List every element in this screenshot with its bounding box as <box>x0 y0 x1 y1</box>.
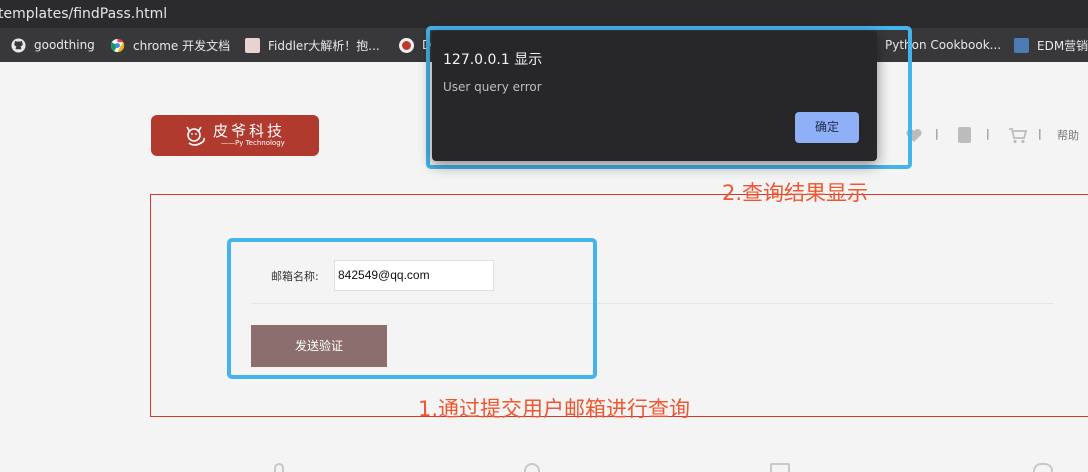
bookmark-chrome-docs[interactable]: chrome 开发文档 <box>110 28 230 62</box>
highlight-form-box <box>227 238 597 379</box>
alert-dialog: 127.0.0.1 显示 User query error 确定 <box>432 31 877 161</box>
dialog-title: 127.0.0.1 显示 <box>443 52 543 68</box>
help-label: 帮助 <box>1057 129 1079 142</box>
gear-icon <box>524 463 540 472</box>
bookmark-label: chrome 开发文档 <box>133 38 231 53</box>
annotation-step-2: 2.查询结果显示 <box>722 181 869 205</box>
chrome-icon <box>110 38 125 52</box>
nav-separator: | <box>986 127 990 140</box>
bookmark-label: Fiddler大解析！抱... <box>268 38 380 53</box>
bookmark-label: goodthing <box>34 38 95 52</box>
orders-nav[interactable] <box>958 125 971 145</box>
nav-separator: | <box>935 127 939 140</box>
bookmark-favicon-icon <box>245 37 260 53</box>
clock-icon <box>1033 463 1053 472</box>
logo-subtitle: ——Py Technology <box>221 139 285 147</box>
site-logo[interactable]: 皮爷科技 ——Py Technology <box>151 115 319 156</box>
cat-logo-icon <box>186 126 205 146</box>
document-icon <box>958 127 971 143</box>
annotation-step-1: 1.通过提交用户邮箱进行查询 <box>418 397 691 421</box>
cart-nav[interactable] <box>1008 125 1028 145</box>
nav-separator: | <box>1038 127 1042 140</box>
bookmark-edm[interactable]: EDM营销 <box>1014 28 1088 62</box>
footer-icon <box>274 463 284 472</box>
box-icon <box>770 463 790 472</box>
bookmark-fiddler[interactable]: Fiddler大解析！抱... <box>245 28 380 62</box>
dialog-message: User query error <box>443 80 542 94</box>
github-icon <box>11 37 26 53</box>
bookmark-favicon-icon <box>399 37 414 53</box>
bookmark-label: EDM营销 <box>1037 38 1088 53</box>
dialog-ok-button[interactable]: 确定 <box>795 112 859 143</box>
bookmark-goodthing[interactable]: goodthing <box>11 28 95 62</box>
logo-name: 皮爷科技 <box>213 122 286 140</box>
url-text: templates/findPass.html <box>0 6 168 22</box>
cart-icon <box>1009 127 1028 143</box>
bookmark-favicon-icon <box>1014 37 1029 53</box>
help-link[interactable]: 帮助 <box>1057 125 1079 145</box>
address-bar[interactable]: templates/findPass.html <box>0 0 1088 28</box>
